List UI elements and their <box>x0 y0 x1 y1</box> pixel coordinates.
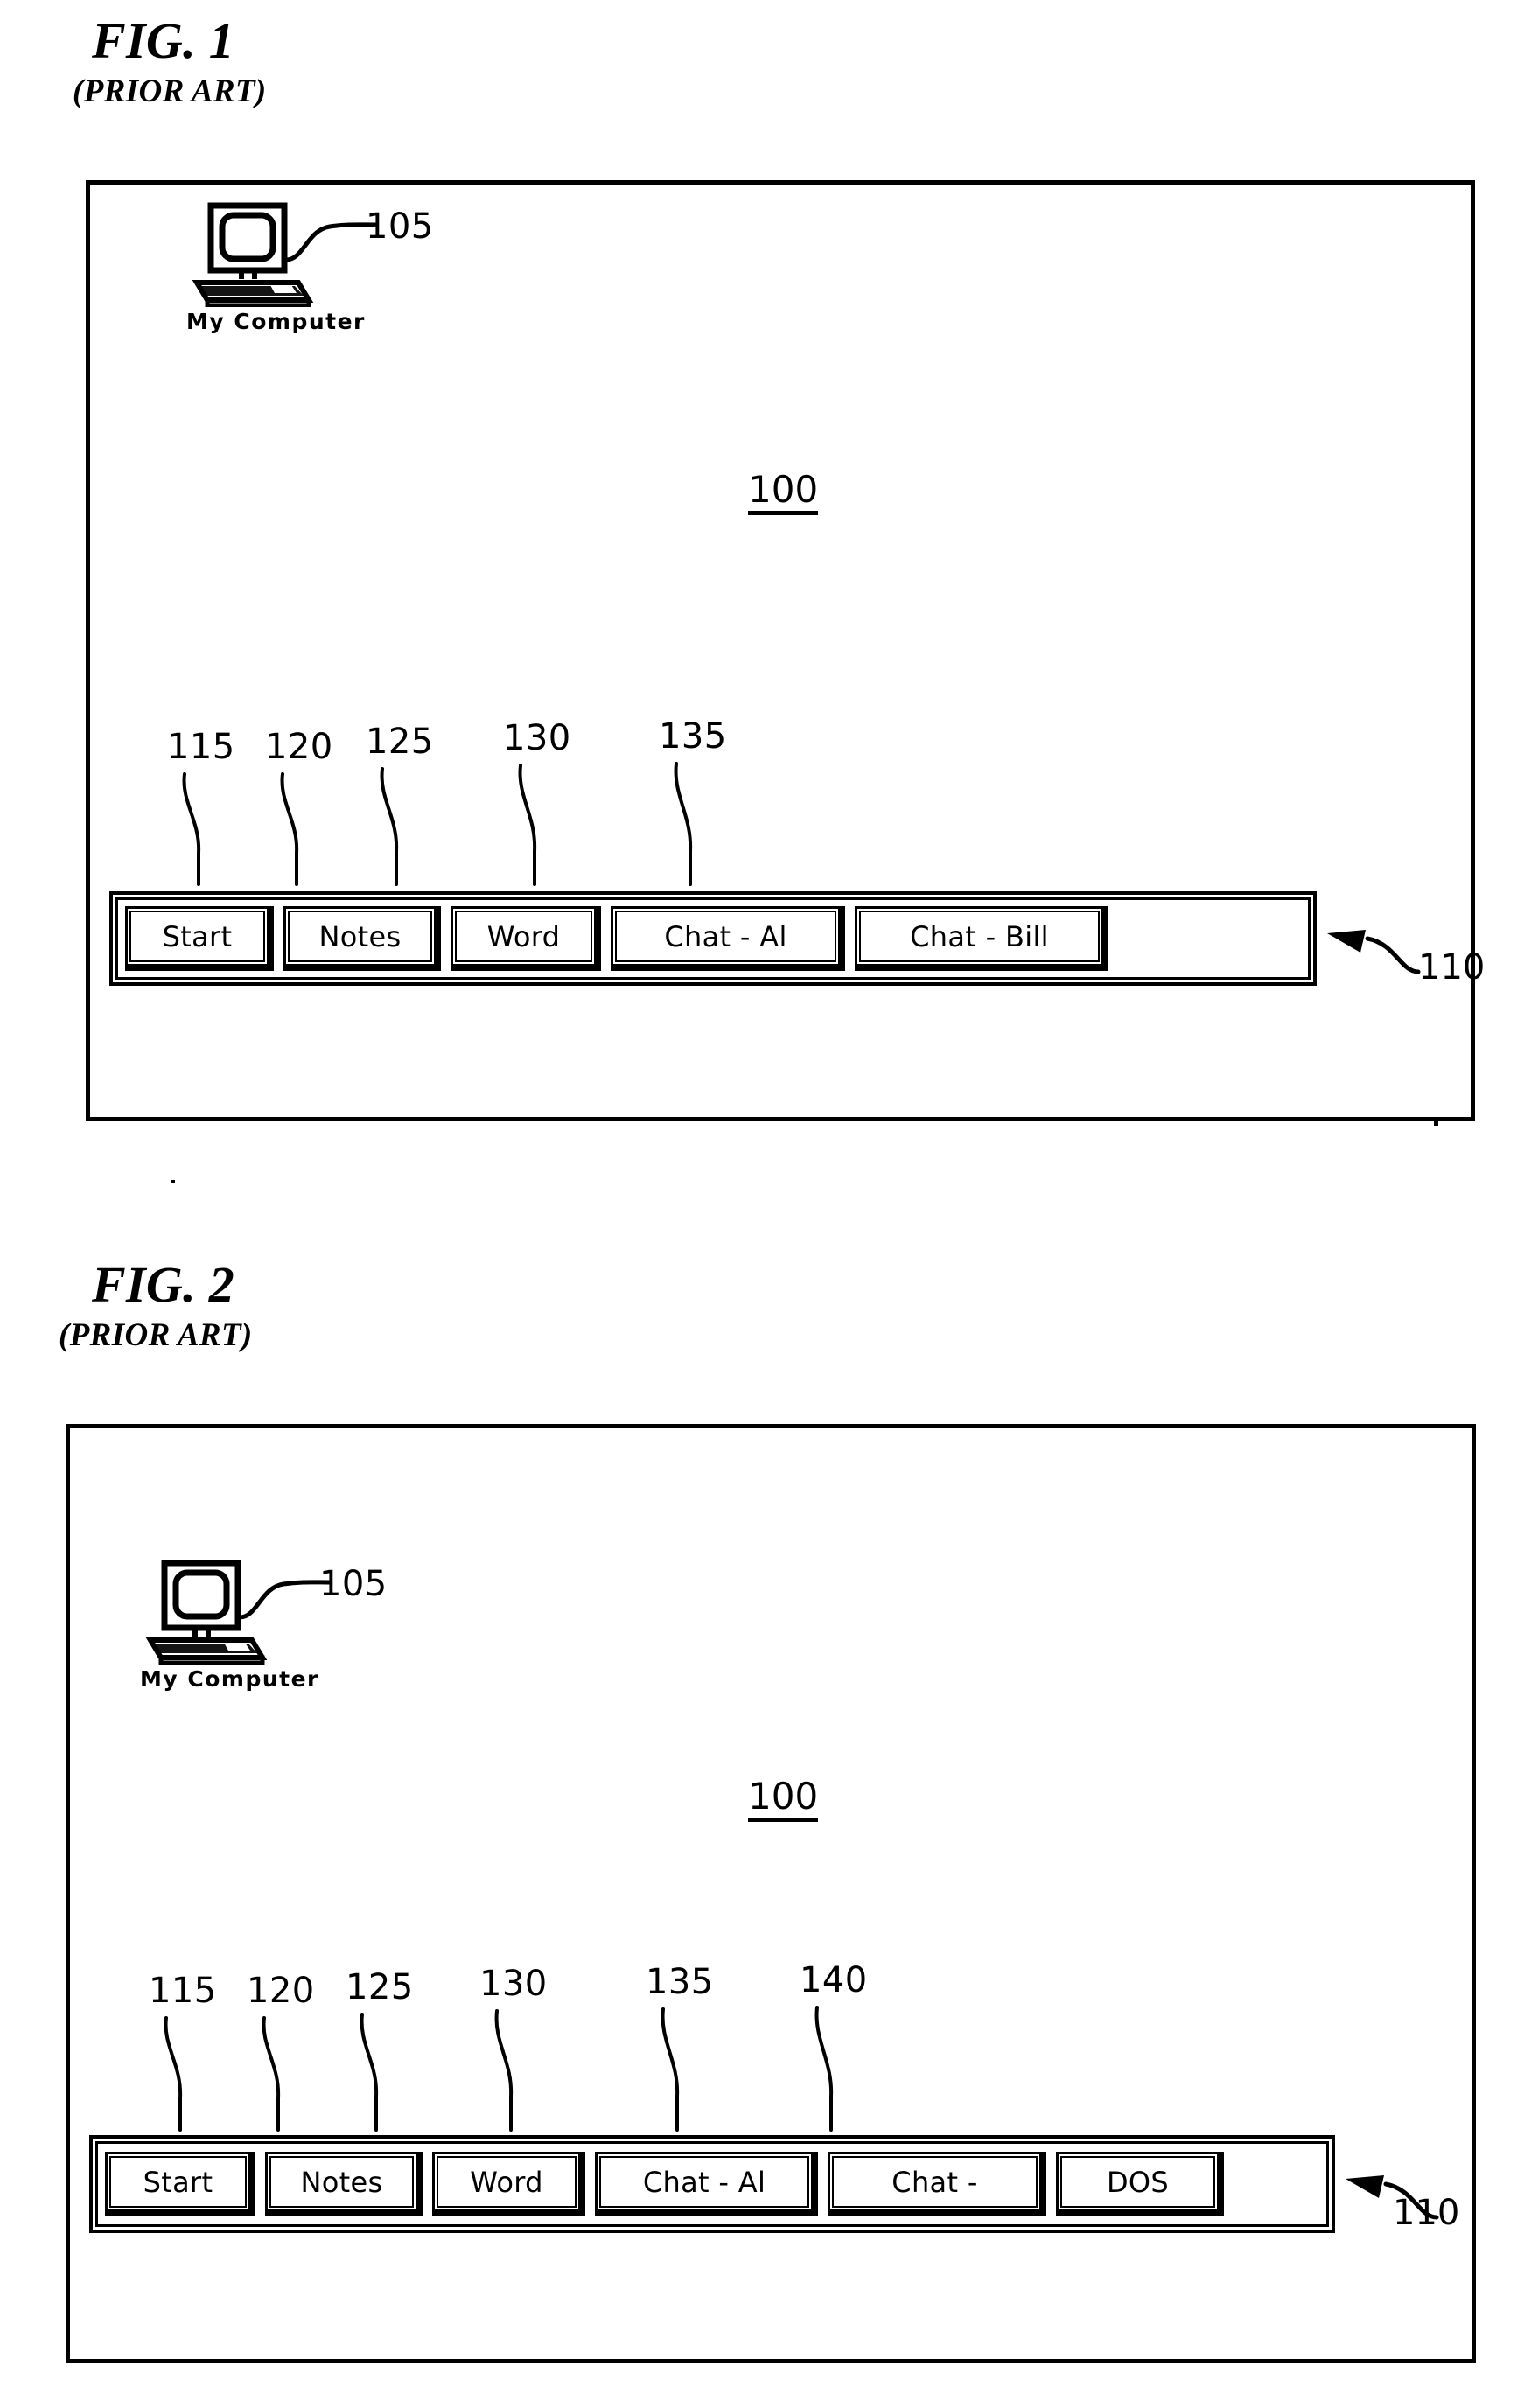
reference-leader-135 <box>674 762 693 886</box>
taskbar-button-label: Chat - Al <box>664 919 787 953</box>
reference-leader-125 <box>360 2013 379 2132</box>
taskbar-button-label: DOS <box>1106 2165 1170 2199</box>
figure-2-prior-art-note: (PRIOR ART) <box>59 1317 253 1353</box>
reference-leader-140 <box>814 2006 834 2132</box>
reference-number-100: 100 <box>748 471 819 515</box>
figure-2-title-number: FIG. 2 <box>92 1256 235 1313</box>
taskbar-button-dos[interactable]: DOS <box>1056 2152 1224 2216</box>
desktop-icon-label: My Computer <box>140 1666 319 1692</box>
reference-number-125: 125 <box>366 722 434 762</box>
taskbar-button-chat-al[interactable]: Chat - Al <box>595 2152 818 2216</box>
reference-number-135: 135 <box>659 716 727 757</box>
figure-2-screen-frame: My Computer 105 100 115 120 125 130 135 … <box>66 1424 1476 2363</box>
figure-1-title: FIG. 1 (PRIOR ART) <box>73 12 267 108</box>
taskbar-button-start[interactable]: Start <box>105 2152 255 2216</box>
figure-1-title-number: FIG. 1 <box>92 12 235 69</box>
reference-leader-115 <box>164 2016 183 2132</box>
reference-leader-130 <box>494 2009 514 2132</box>
reference-number-115: 115 <box>167 727 235 767</box>
taskbar-button-label: Chat - Al <box>642 2165 766 2199</box>
reference-number-120: 120 <box>247 1971 315 2011</box>
taskbar-button-label: Start <box>162 919 233 953</box>
scan-artifact-speck <box>171 1180 175 1183</box>
taskbar-button-notes[interactable]: Notes <box>265 2152 423 2216</box>
figure-1-prior-art-note: (PRIOR ART) <box>73 73 267 109</box>
reference-leader-135 <box>661 2007 680 2132</box>
reference-number-100: 100 <box>748 1778 819 1822</box>
reference-number-130: 130 <box>479 1964 548 2004</box>
taskbar-button-notes[interactable]: Notes <box>283 906 441 971</box>
taskbar-button-label: Word <box>486 919 561 953</box>
reference-number-110: 110 <box>1393 2193 1460 2233</box>
reference-number-125: 125 <box>346 1967 414 2007</box>
figure-1-screen-frame: My Computer 105 100 115 120 125 130 135 … <box>86 180 1485 1121</box>
reference-number-120: 120 <box>265 727 333 767</box>
taskbar-button-label: Chat - <box>891 2165 978 2199</box>
taskbar-button-word[interactable]: Word <box>432 2152 585 2216</box>
taskbar-button-word[interactable]: Word <box>451 906 601 971</box>
reference-leader-125 <box>380 767 399 886</box>
figure-2-title: FIG. 2 (PRIOR ART) <box>59 1256 253 1352</box>
reference-number-105: 105 <box>366 206 434 247</box>
taskbar-button-start[interactable]: Start <box>125 906 274 971</box>
scan-artifact-speck <box>1434 1121 1438 1126</box>
reference-number-110: 110 <box>1418 947 1486 988</box>
taskbar-button-chat-truncated[interactable]: Chat - <box>828 2152 1046 2216</box>
reference-leader-120 <box>280 772 299 886</box>
taskbar-button-label: Start <box>143 2165 213 2199</box>
reference-leader-120 <box>262 2016 281 2132</box>
taskbar-button-label: Notes <box>300 2165 383 2199</box>
desktop-icon-label: My Computer <box>186 309 366 334</box>
taskbar[interactable]: Start Notes Word Chat - Al Chat - Bill <box>109 891 1317 986</box>
taskbar[interactable]: Start Notes Word Chat - Al Chat - DOS <box>89 2135 1335 2233</box>
reference-number-140: 140 <box>800 1960 868 2000</box>
taskbar-button-label: Notes <box>318 919 402 953</box>
reference-number-130: 130 <box>503 718 571 758</box>
taskbar-button-label: Chat - Bill <box>910 919 1049 953</box>
reference-leader-130 <box>518 764 537 886</box>
taskbar-button-chat-al[interactable]: Chat - Al <box>611 906 845 971</box>
reference-number-105: 105 <box>319 1564 388 1604</box>
reference-arrow-110 <box>1327 930 1421 974</box>
taskbar-inner-frame: Start Notes Word Chat - Al Chat - Bill <box>115 897 1311 980</box>
taskbar-inner-frame: Start Notes Word Chat - Al Chat - DOS <box>95 2141 1329 2227</box>
taskbar-button-chat-bill[interactable]: Chat - Bill <box>855 906 1108 971</box>
taskbar-button-label: Word <box>470 2165 543 2199</box>
reference-leader-115 <box>182 772 201 886</box>
reference-number-115: 115 <box>149 1971 217 2011</box>
reference-number-135: 135 <box>646 1962 714 2002</box>
